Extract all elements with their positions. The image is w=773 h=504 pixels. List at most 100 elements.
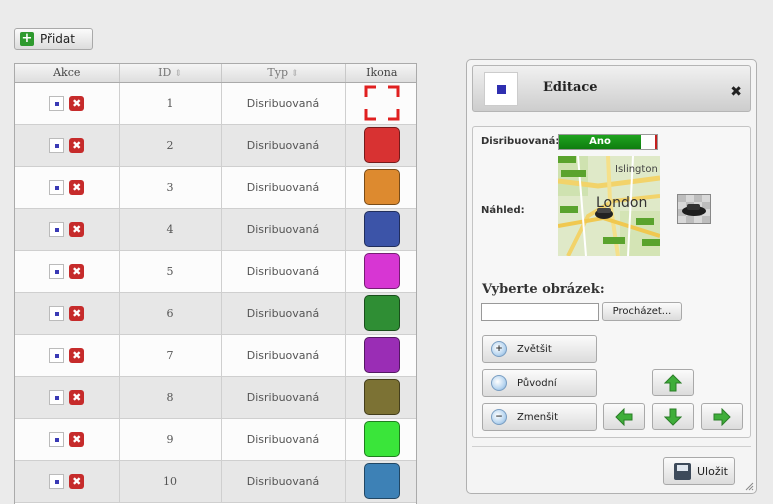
icon-cell	[345, 418, 416, 461]
edit-icon[interactable]	[49, 95, 65, 111]
marker-color-swatch	[363, 463, 400, 499]
distributed-toggle[interactable]: Ano	[558, 134, 658, 150]
delete-icon[interactable]: ✖	[69, 389, 85, 405]
edit-icon[interactable]	[49, 179, 65, 195]
table-row: ✖ 6 Disribuovaná	[15, 292, 416, 335]
edit-icon[interactable]	[49, 305, 65, 321]
edit-icon[interactable]	[49, 221, 65, 237]
type-cell: Disribuovaná	[221, 334, 346, 377]
move-up-button[interactable]	[652, 369, 694, 396]
marker-color-swatch	[363, 253, 400, 289]
map-preview: Islington London	[558, 156, 660, 256]
zoom-out-label: Zmenšit	[517, 411, 558, 423]
zoom-out-icon: −	[491, 409, 507, 425]
type-cell: Disribuovaná	[221, 82, 346, 125]
column-header-ikona: Ikona	[345, 64, 416, 83]
marker-color-swatch	[363, 295, 400, 331]
actions-cell: ✖	[15, 292, 120, 335]
delete-icon[interactable]: ✖	[69, 179, 85, 195]
upload-title: Vyberte obrázek:	[482, 282, 605, 297]
save-label: Uložit	[697, 464, 728, 478]
browse-button[interactable]: Procházet...	[602, 302, 682, 321]
original-size-button[interactable]: Původní	[482, 369, 597, 397]
type-cell: Disribuovaná	[221, 124, 346, 167]
marker-color-swatch	[363, 211, 400, 247]
id-cell: 1	[119, 82, 222, 125]
id-cell: 9	[119, 418, 222, 461]
id-cell: 3	[119, 166, 222, 209]
table-row: ✖ 2 Disribuovaná	[15, 124, 416, 167]
type-cell: Disribuovaná	[221, 166, 346, 209]
id-cell: 5	[119, 250, 222, 293]
icon-cell	[345, 334, 416, 377]
table-row: ✖ 7 Disribuovaná	[15, 334, 416, 377]
marker-preview-icon	[484, 72, 518, 106]
save-button[interactable]: Uložit	[663, 457, 735, 485]
icon-cell	[345, 208, 416, 251]
edit-icon[interactable]	[49, 389, 65, 405]
toggle-off-edge	[655, 135, 657, 149]
zoom-in-button[interactable]: + Zvětšit	[482, 335, 597, 363]
icon-cell	[345, 250, 416, 293]
table-row: ✖ 4 Disribuovaná	[15, 208, 416, 251]
edit-icon[interactable]	[49, 347, 65, 363]
edit-icon[interactable]	[49, 431, 65, 447]
marker-color-swatch	[363, 337, 400, 373]
delete-icon[interactable]: ✖	[69, 263, 85, 279]
actions-cell: ✖	[15, 82, 120, 125]
icon-cell	[345, 124, 416, 167]
table-row: ✖ 8 Disribuovaná	[15, 376, 416, 419]
distributed-label: Disribuovaná:	[481, 136, 560, 147]
selection-frame-icon	[364, 85, 400, 121]
type-cell: Disribuovaná	[221, 208, 346, 251]
zoom-in-icon: +	[491, 341, 507, 357]
arrow-down-icon	[664, 408, 682, 426]
column-header-id[interactable]: ID ⇕	[119, 64, 222, 83]
column-header-typ[interactable]: Typ ⇕	[221, 64, 346, 83]
delete-icon[interactable]: ✖	[69, 137, 85, 153]
sort-icon: ⇕	[174, 69, 182, 80]
marker-color-swatch	[363, 379, 400, 415]
type-cell: Disribuovaná	[221, 418, 346, 461]
arrow-up-icon	[664, 373, 682, 391]
add-button-label: Přidat	[40, 32, 75, 46]
add-button[interactable]: + Přidat	[14, 28, 93, 50]
close-icon[interactable]: ✖	[730, 84, 742, 100]
editor-header: Editace ✖	[472, 65, 751, 112]
actions-cell: ✖	[15, 250, 120, 293]
delete-icon[interactable]: ✖	[69, 305, 85, 321]
edit-icon[interactable]	[49, 263, 65, 279]
delete-icon[interactable]: ✖	[69, 95, 85, 111]
delete-icon[interactable]: ✖	[69, 347, 85, 363]
move-down-button[interactable]	[652, 403, 694, 430]
marker-color-swatch	[363, 421, 400, 457]
icon-cell	[345, 376, 416, 419]
map-label-big: London	[596, 195, 648, 211]
resize-grip-icon[interactable]	[744, 481, 754, 491]
zoom-out-button[interactable]: − Zmenšit	[482, 403, 597, 431]
footer-divider	[472, 446, 751, 447]
actions-cell: ✖	[15, 418, 120, 461]
table-row: ✖ 5 Disribuovaná	[15, 250, 416, 293]
icon-cell	[345, 292, 416, 335]
id-cell: 7	[119, 334, 222, 377]
preview-label: Náhled:	[481, 205, 525, 216]
edit-icon[interactable]	[49, 137, 65, 153]
icon-cell	[345, 82, 416, 125]
delete-icon[interactable]: ✖	[69, 431, 85, 447]
type-cell: Disribuovaná	[221, 376, 346, 419]
delete-icon[interactable]: ✖	[69, 221, 85, 237]
delete-icon[interactable]: ✖	[69, 473, 85, 489]
arrow-right-icon	[713, 407, 731, 426]
actions-cell: ✖	[15, 208, 120, 251]
table-row: ✖ 1 Disribuovaná	[15, 82, 416, 125]
editor-title: Editace	[543, 80, 598, 95]
id-cell: 4	[119, 208, 222, 251]
edit-icon[interactable]	[49, 473, 65, 489]
icon-cell	[345, 166, 416, 209]
move-right-button[interactable]	[701, 403, 743, 430]
file-path-input[interactable]	[481, 303, 599, 321]
move-left-button[interactable]	[603, 403, 645, 430]
zoom-in-label: Zvětšit	[517, 343, 552, 355]
marker-color-swatch	[363, 169, 400, 205]
